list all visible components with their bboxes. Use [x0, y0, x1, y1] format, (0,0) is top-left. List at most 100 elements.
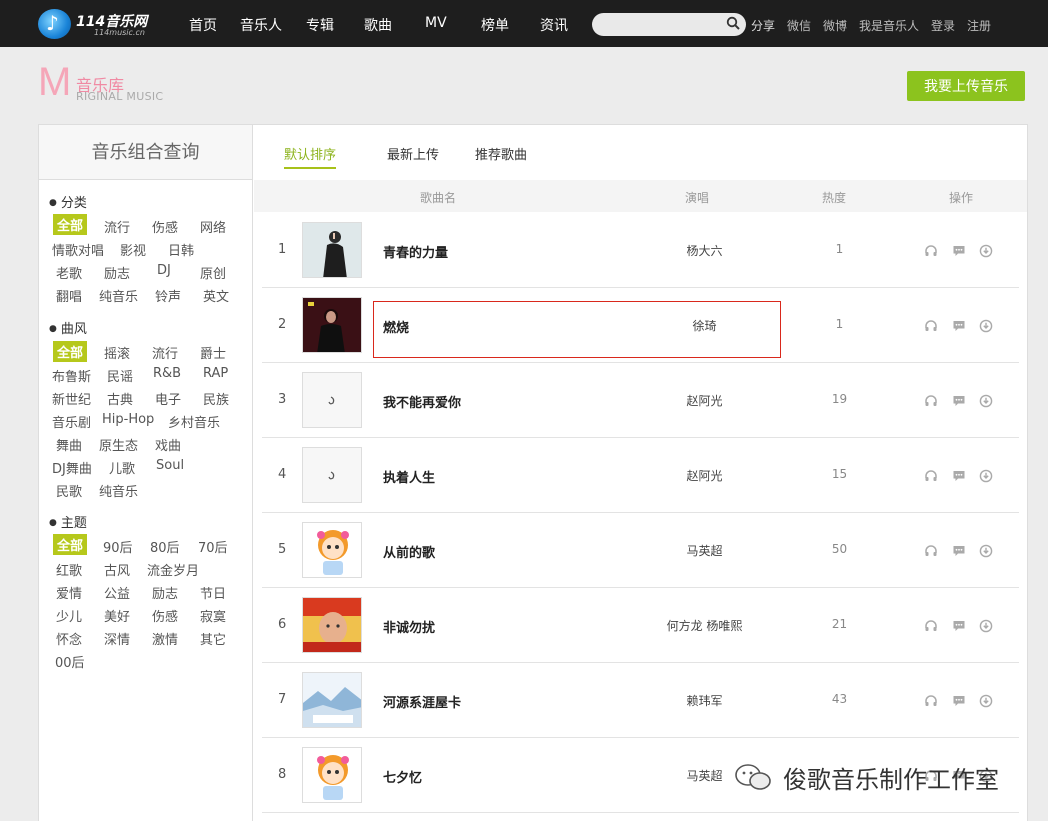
upload-music-button[interactable]: 我要上传音乐 [907, 71, 1025, 101]
tag-genre[interactable]: 舞曲 [56, 435, 82, 454]
tag-category[interactable]: 影视 [120, 240, 146, 259]
headphone-icon[interactable] [924, 393, 938, 407]
singer-link[interactable]: 赵阿光 [642, 467, 767, 484]
comment-icon[interactable] [952, 468, 966, 482]
tag-category[interactable]: 日韩 [168, 240, 194, 259]
comment-icon[interactable] [952, 693, 966, 707]
nav-item-album[interactable]: 专辑 [306, 15, 334, 35]
nav-item-mv[interactable]: MV [425, 15, 447, 31]
tag-category[interactable]: 伤感 [152, 217, 178, 236]
table-row[interactable]: 5 从前的歌 马英超 50 [262, 513, 1019, 588]
tag-genre[interactable]: Hip-Hop [102, 412, 154, 427]
headphone-icon[interactable] [924, 618, 938, 632]
tag-genre[interactable]: 民谣 [107, 366, 133, 385]
tab-default-sort[interactable]: 默认排序 [284, 144, 337, 169]
tag-theme[interactable]: 70后 [198, 537, 228, 556]
song-title-link[interactable]: 我不能再爱你 [383, 392, 461, 411]
weibo-link[interactable]: 微博 [823, 17, 847, 34]
tag-genre[interactable]: 民族 [203, 389, 229, 408]
tag-theme[interactable]: 节日 [200, 583, 226, 602]
tag-category[interactable]: 网络 [200, 217, 226, 236]
song-title-link[interactable]: 河源系涯屋卡 [383, 692, 461, 711]
tag-category[interactable]: 老歌 [56, 263, 82, 282]
tag-category[interactable]: DJ [157, 263, 171, 278]
tag-genre[interactable]: 民歌 [56, 481, 82, 500]
tag-theme[interactable]: 少儿 [56, 606, 82, 625]
tag-theme[interactable]: 励志 [152, 583, 178, 602]
table-row[interactable]: 1 青春的力量 杨大六 1 [262, 213, 1019, 288]
tag-category[interactable]: 流行 [104, 217, 130, 236]
download-icon[interactable] [979, 543, 993, 558]
tag-category[interactable]: 励志 [104, 263, 130, 282]
tag-theme[interactable]: 00后 [55, 652, 85, 671]
headphone-icon[interactable] [924, 543, 938, 557]
table-row[interactable]: 2 燃烧 徐琦 1 [262, 288, 1019, 363]
album-cover-image[interactable] [302, 597, 362, 653]
singer-link[interactable]: 何方龙 杨唯熙 [642, 617, 767, 634]
tag-genre-all[interactable]: 全部 [53, 341, 88, 362]
tag-theme[interactable]: 其它 [200, 629, 226, 648]
tag-genre[interactable]: DJ舞曲 [52, 458, 92, 477]
tag-genre[interactable]: 新世纪 [52, 389, 91, 408]
tag-genre[interactable]: Soul [156, 458, 184, 473]
song-title-link[interactable]: 执着人生 [383, 467, 435, 486]
tag-theme[interactable]: 古风 [104, 560, 130, 579]
tag-genre[interactable]: 乡村音乐 [168, 412, 220, 431]
nav-item-songs[interactable]: 歌曲 [364, 15, 392, 35]
tag-theme[interactable]: 美好 [104, 606, 130, 625]
table-row[interactable]: 4 执着人生 赵阿光 15 [262, 438, 1019, 513]
tag-genre[interactable]: 布鲁斯 [52, 366, 91, 385]
song-title-link[interactable]: 燃烧 [383, 317, 409, 336]
comment-icon[interactable] [952, 393, 966, 407]
tag-theme[interactable]: 90后 [103, 537, 133, 556]
login-link[interactable]: 登录 [931, 17, 955, 34]
tag-category[interactable]: 情歌对唱 [52, 240, 104, 259]
tag-theme[interactable]: 深情 [104, 629, 130, 648]
tag-theme[interactable]: 红歌 [56, 560, 82, 579]
album-cover-image[interactable] [302, 747, 362, 803]
album-cover-image[interactable] [302, 522, 362, 578]
tag-category-all[interactable]: 全部 [53, 214, 88, 235]
table-row[interactable]: 6 非诚勿扰 何方龙 杨唯熙 21 [262, 588, 1019, 663]
tag-theme[interactable]: 80后 [150, 537, 180, 556]
tag-theme[interactable]: 激情 [152, 629, 178, 648]
tag-genre[interactable]: 音乐剧 [52, 412, 91, 431]
tag-genre[interactable]: 儿歌 [109, 458, 135, 477]
table-row[interactable]: 3 我不能再爱你 赵阿光 19 [262, 363, 1019, 438]
tab-latest[interactable]: 最新上传 [387, 144, 439, 163]
tag-genre[interactable]: 古典 [107, 389, 133, 408]
tag-theme[interactable]: 流金岁月 [147, 560, 199, 579]
musician-link[interactable]: 我是音乐人 [859, 17, 919, 34]
tag-theme[interactable]: 伤感 [152, 606, 178, 625]
headphone-icon[interactable] [924, 318, 938, 332]
comment-icon[interactable] [952, 543, 966, 557]
nav-item-home[interactable]: 首页 [189, 15, 217, 35]
song-title-link[interactable]: 非诚勿扰 [383, 617, 435, 636]
singer-link[interactable]: 马英超 [642, 542, 767, 559]
singer-link[interactable]: 赵阿光 [642, 392, 767, 409]
site-logo[interactable]: 114音乐网 114music.cn [38, 9, 158, 39]
comment-icon[interactable] [952, 618, 966, 632]
tag-category[interactable]: 翻唱 [56, 286, 82, 305]
headphone-icon[interactable] [924, 243, 938, 257]
tag-genre[interactable]: R&B [153, 366, 181, 381]
tag-theme-all[interactable]: 全部 [53, 534, 88, 555]
comment-icon[interactable] [952, 318, 966, 332]
share-link[interactable]: 分享 [751, 17, 775, 34]
download-icon[interactable] [979, 618, 993, 633]
tag-genre[interactable]: 纯音乐 [99, 481, 138, 500]
download-icon[interactable] [979, 318, 993, 333]
song-title-link[interactable]: 七夕忆 [383, 767, 422, 786]
table-row[interactable]: 7 河源系涯屋卡 赖玮军 43 [262, 663, 1019, 738]
singer-link[interactable]: 赖玮军 [642, 692, 767, 709]
download-icon[interactable] [979, 243, 993, 258]
tag-theme[interactable]: 怀念 [56, 629, 82, 648]
nav-item-charts[interactable]: 榜单 [481, 15, 509, 35]
tag-theme[interactable]: 寂寞 [200, 606, 226, 625]
album-cover-image[interactable] [302, 222, 362, 278]
album-cover-image[interactable] [302, 297, 362, 353]
search-icon[interactable] [726, 16, 740, 30]
download-icon[interactable] [979, 393, 993, 408]
song-title-link[interactable]: 从前的歌 [383, 542, 435, 561]
nav-item-news[interactable]: 资讯 [540, 15, 568, 35]
